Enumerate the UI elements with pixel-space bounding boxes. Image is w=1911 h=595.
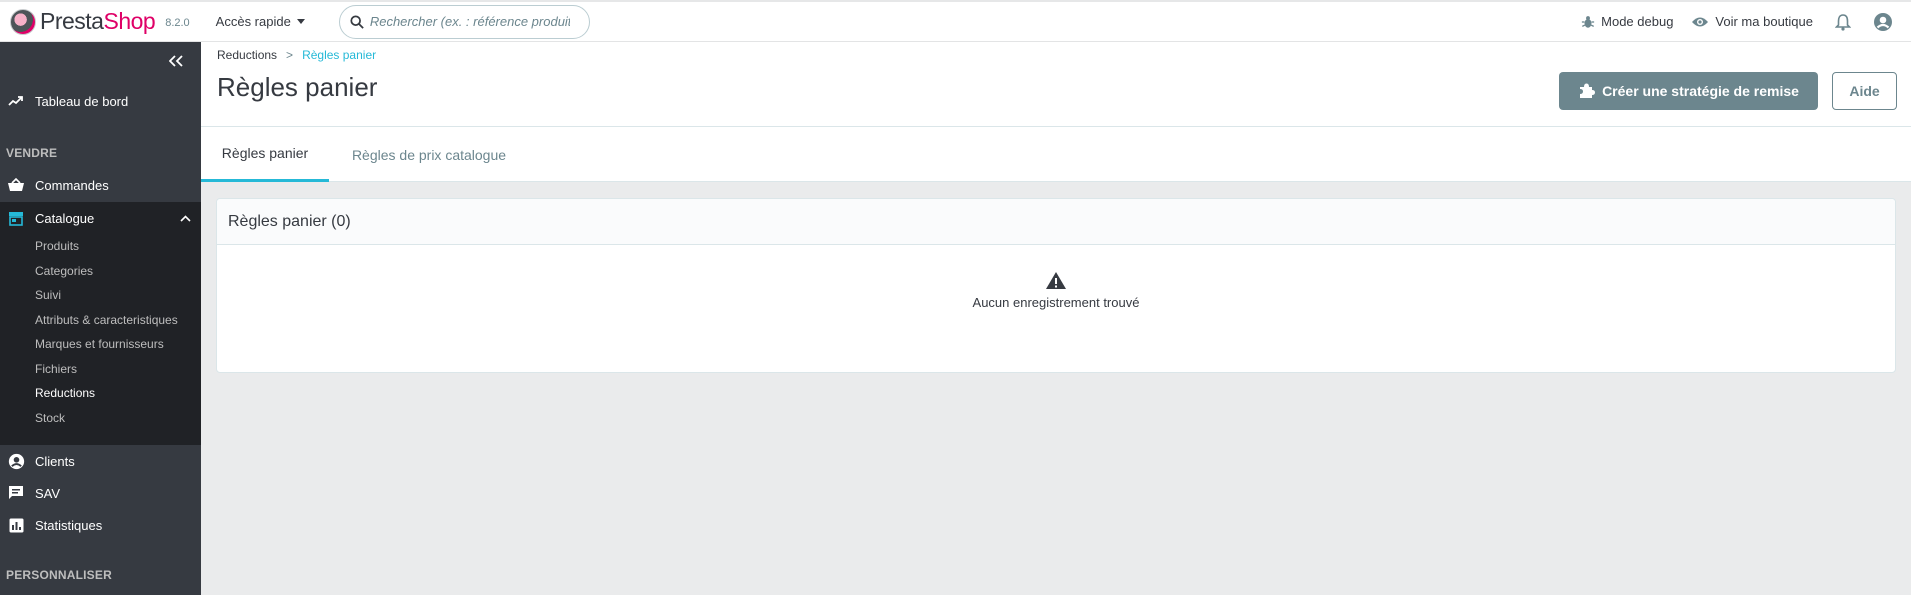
sidebar-item-catalogue[interactable]: Catalogue (0, 202, 201, 234)
card-title: Règles panier (0) (217, 199, 1895, 245)
user-circle-icon (1874, 12, 1892, 31)
help-button[interactable]: Aide (1832, 72, 1897, 110)
double-chevron-left-icon (168, 55, 183, 67)
sidebar-subitem-attributes[interactable]: Attributs & caracteristiques (35, 313, 178, 327)
section-label-sell: VENDRE (6, 146, 58, 160)
tab-cart-rules[interactable]: Règles panier (201, 127, 329, 182)
cart-rules-card: Règles panier (0) Aucun enregistrement t… (216, 198, 1896, 373)
chat-icon (7, 484, 25, 502)
sidebar-item-stats[interactable]: Statistiques (0, 510, 201, 540)
create-discount-strategy-button[interactable]: Créer une stratégie de remise (1559, 72, 1818, 110)
sidebar-subitem-reductions[interactable]: Reductions (35, 386, 95, 400)
logo[interactable]: PrestaShop 8.2.0 (10, 2, 190, 41)
version-label: 8.2.0 (165, 17, 190, 29)
quick-access-dropdown[interactable]: Accès rapide (216, 14, 305, 29)
sidebar-subitem-stock[interactable]: Stock (35, 411, 65, 425)
page-header: Reductions > Règles panier Règles panier… (201, 42, 1911, 127)
breadcrumb-current[interactable]: Règles panier (302, 48, 376, 62)
tabs-bar: Règles panier Règles de prix catalogue (201, 127, 1911, 182)
sidebar-subitem-products[interactable]: Produits (35, 239, 79, 253)
notifications-button[interactable] (1835, 13, 1851, 31)
collapse-sidebar-button[interactable] (168, 54, 183, 72)
breadcrumb: Reductions > Règles panier (217, 48, 376, 62)
page-title: Règles panier (217, 72, 378, 102)
breadcrumb-parent[interactable]: Reductions (217, 48, 277, 62)
top-header: PrestaShop 8.2.0 Accès rapide Mode debug… (0, 0, 1911, 42)
tab-catalog-price-rules[interactable]: Règles de prix catalogue (329, 127, 529, 182)
debug-mode-link[interactable]: Mode debug (1581, 14, 1673, 29)
sidebar-item-label: Tableau de bord (35, 93, 129, 109)
sidebar-item-dashboard[interactable]: Tableau de bord (0, 86, 201, 116)
trending-up-icon (7, 92, 25, 110)
bell-icon (1835, 13, 1851, 31)
view-shop-link[interactable]: Voir ma boutique (1691, 14, 1813, 29)
eye-icon (1692, 17, 1709, 26)
logo-text: PrestaShop (40, 8, 156, 34)
header-right: Mode debug Voir ma boutique (1563, 2, 1911, 41)
sidebar-item-label: Catalogue (35, 210, 95, 226)
debug-mode-label: Mode debug (1601, 14, 1674, 29)
sidebar: Tableau de bord VENDRE Commandes Catalog… (0, 42, 201, 595)
sidebar-subitem-brands[interactable]: Marques et fournisseurs (35, 337, 164, 351)
search-icon (350, 14, 364, 29)
view-shop-label: Voir ma boutique (1715, 14, 1813, 29)
sidebar-subitem-tracking[interactable]: Suivi (35, 288, 61, 302)
search-input[interactable] (369, 14, 570, 29)
create-discount-strategy-label: Créer une stratégie de remise (1602, 83, 1799, 99)
chevron-down-icon (296, 19, 305, 24)
bug-icon (1582, 15, 1595, 28)
bar-chart-icon (7, 516, 25, 534)
search-box[interactable] (338, 4, 590, 39)
warning-icon (1046, 272, 1066, 289)
sidebar-subitem-files[interactable]: Fichiers (35, 362, 77, 376)
store-icon (7, 209, 25, 227)
account-button[interactable] (1873, 12, 1893, 32)
sidebar-item-sav[interactable]: SAV (0, 478, 201, 508)
empty-message: Aucun enregistrement trouvé (972, 295, 1140, 310)
sidebar-subitem-categories[interactable]: Categories (35, 264, 93, 278)
breadcrumb-separator: > (286, 48, 294, 62)
sidebar-item-orders[interactable]: Commandes (0, 170, 201, 200)
prestashop-logo-icon (10, 8, 36, 35)
sidebar-item-clients[interactable]: Clients (0, 446, 201, 476)
quick-access-label: Accès rapide (215, 14, 291, 29)
sidebar-item-label: Clients (35, 453, 75, 469)
empty-state: Aucun enregistrement trouvé (217, 271, 1895, 312)
puzzle-piece-icon (1580, 83, 1596, 98)
chevron-up-icon (180, 214, 191, 222)
account-circle-icon (7, 452, 25, 470)
shopping-basket-icon (7, 176, 25, 194)
catalogue-expanded-block: Catalogue Produits Categories Suivi Attr… (0, 202, 201, 445)
sidebar-item-label: SAV (35, 485, 61, 501)
sidebar-item-label: Commandes (35, 177, 109, 193)
sidebar-item-label: Statistiques (35, 517, 103, 533)
section-label-customize: PERSONNALISER (6, 568, 112, 582)
